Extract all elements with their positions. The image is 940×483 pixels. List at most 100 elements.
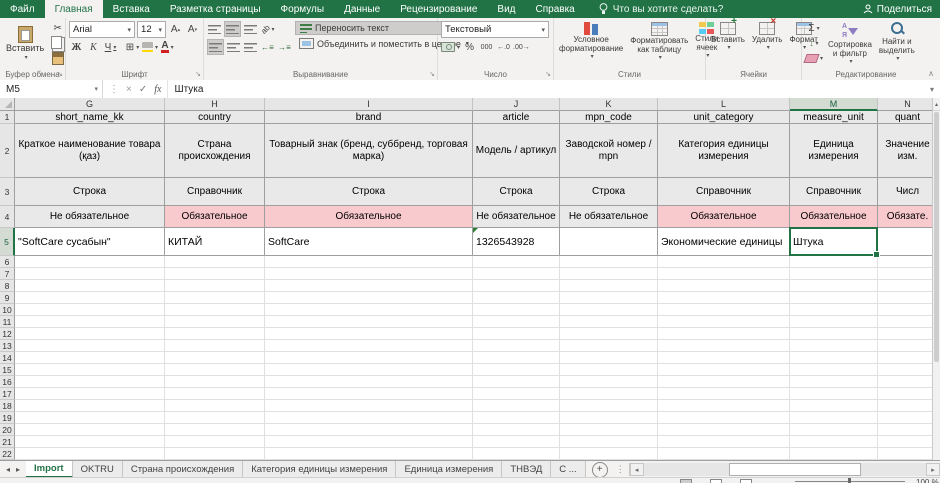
ribbon-tab-2[interactable]: Вставка bbox=[103, 0, 160, 18]
row-header-4[interactable]: 4 bbox=[0, 206, 15, 228]
ribbon-tab-6[interactable]: Рецензирование bbox=[390, 0, 487, 18]
cell-J14[interactable] bbox=[473, 352, 560, 364]
cell-K5[interactable] bbox=[560, 228, 658, 256]
row-header-1[interactable]: 1 bbox=[0, 111, 15, 124]
cell-H5[interactable]: КИТАЙ bbox=[165, 228, 265, 256]
sheet-tab-3[interactable]: Категория единицы измерения bbox=[243, 461, 397, 478]
cell-N21[interactable] bbox=[878, 436, 938, 448]
cell-N1[interactable]: quant bbox=[878, 111, 938, 124]
cell-I2[interactable]: Товарный знак (бренд, суббренд, торговая… bbox=[265, 124, 473, 178]
row-header-22[interactable]: 22 bbox=[0, 448, 15, 460]
cell-J13[interactable] bbox=[473, 340, 560, 352]
cell-H17[interactable] bbox=[165, 388, 265, 400]
cell-M3[interactable]: Справочник bbox=[790, 178, 878, 206]
row-header-6[interactable]: 6 bbox=[0, 256, 15, 268]
find-select-button[interactable]: Найти и выделить bbox=[877, 21, 917, 68]
cell-I13[interactable] bbox=[265, 340, 473, 352]
cell-M19[interactable] bbox=[790, 412, 878, 424]
sheet-nav-right-button[interactable]: ▸ bbox=[16, 465, 20, 474]
ribbon-tab-0[interactable]: Файл bbox=[0, 0, 45, 18]
tell-me-box[interactable]: Что вы хотите сделать? bbox=[599, 0, 723, 18]
align-right-button[interactable] bbox=[243, 40, 258, 54]
cell-N10[interactable] bbox=[878, 304, 938, 316]
cell-G1[interactable]: short_name_kk bbox=[15, 111, 165, 124]
cell-K20[interactable] bbox=[560, 424, 658, 436]
cell-H14[interactable] bbox=[165, 352, 265, 364]
font-name-combo[interactable]: Arial bbox=[69, 21, 136, 38]
cell-L9[interactable] bbox=[658, 292, 790, 304]
cell-M20[interactable] bbox=[790, 424, 878, 436]
cell-K21[interactable] bbox=[560, 436, 658, 448]
cell-N20[interactable] bbox=[878, 424, 938, 436]
cell-H22[interactable] bbox=[165, 448, 265, 460]
accounting-format-button[interactable] bbox=[441, 40, 460, 54]
borders-button[interactable]: ⊞ bbox=[125, 40, 140, 54]
cell-J20[interactable] bbox=[473, 424, 560, 436]
cell-K9[interactable] bbox=[560, 292, 658, 304]
cell-M5[interactable]: Штука bbox=[790, 228, 878, 256]
cell-N12[interactable] bbox=[878, 328, 938, 340]
cell-K2[interactable]: Заводской номер / mpn bbox=[560, 124, 658, 178]
cell-L18[interactable] bbox=[658, 400, 790, 412]
fill-button[interactable]: ↓ bbox=[805, 36, 823, 50]
cell-H18[interactable] bbox=[165, 400, 265, 412]
format-painter-button[interactable] bbox=[50, 51, 65, 65]
sheet-tab-2[interactable]: Страна происхождения bbox=[122, 461, 244, 478]
cell-H1[interactable]: country bbox=[165, 111, 265, 124]
cell-I7[interactable] bbox=[265, 268, 473, 280]
cell-J4[interactable]: Не обязательное bbox=[473, 206, 560, 228]
cell-N15[interactable] bbox=[878, 364, 938, 376]
cell-M8[interactable] bbox=[790, 280, 878, 292]
column-header-K[interactable]: K bbox=[560, 98, 658, 111]
cell-K1[interactable]: mpn_code bbox=[560, 111, 658, 124]
cell-G11[interactable] bbox=[15, 316, 165, 328]
align-top-button[interactable] bbox=[207, 22, 222, 36]
cell-I17[interactable] bbox=[265, 388, 473, 400]
cell-H7[interactable] bbox=[165, 268, 265, 280]
cell-H16[interactable] bbox=[165, 376, 265, 388]
cell-I4[interactable]: Обязательное bbox=[265, 206, 473, 228]
increase-decimal-button[interactable]: ←.0 bbox=[496, 40, 511, 54]
hscroll-thumb[interactable] bbox=[728, 463, 862, 476]
font-dialog-launcher[interactable]: ↘ bbox=[195, 71, 201, 79]
cell-L12[interactable] bbox=[658, 328, 790, 340]
cell-G15[interactable] bbox=[15, 364, 165, 376]
cell-L20[interactable] bbox=[658, 424, 790, 436]
enter-button[interactable]: ✓ bbox=[139, 84, 147, 95]
cancel-button[interactable]: × bbox=[126, 84, 132, 95]
cell-N8[interactable] bbox=[878, 280, 938, 292]
sheet-tab-4[interactable]: Единица измерения bbox=[396, 461, 503, 478]
cell-L4[interactable]: Обязательное bbox=[658, 206, 790, 228]
cell-I9[interactable] bbox=[265, 292, 473, 304]
clipboard-dialog-launcher[interactable]: ↘ bbox=[57, 71, 63, 79]
cell-J19[interactable] bbox=[473, 412, 560, 424]
cut-button[interactable]: ✂ bbox=[50, 21, 65, 35]
row-header-19[interactable]: 19 bbox=[0, 412, 15, 424]
normal-view-button[interactable] bbox=[680, 479, 692, 483]
cell-N18[interactable] bbox=[878, 400, 938, 412]
cell-I16[interactable] bbox=[265, 376, 473, 388]
cell-G2[interactable]: Краткое наименование товара (қаз) bbox=[15, 124, 165, 178]
cell-G6[interactable] bbox=[15, 256, 165, 268]
sheet-tab-0[interactable]: Import bbox=[26, 461, 73, 478]
select-all-corner[interactable] bbox=[0, 98, 15, 111]
cell-G19[interactable] bbox=[15, 412, 165, 424]
increase-font-button[interactable]: А bbox=[168, 23, 183, 37]
cell-L2[interactable]: Категория единицы измерения bbox=[658, 124, 790, 178]
vscroll-up-arrow[interactable]: ▴ bbox=[933, 98, 940, 111]
cell-G3[interactable]: Строка bbox=[15, 178, 165, 206]
cell-M10[interactable] bbox=[790, 304, 878, 316]
row-header-2[interactable]: 2 bbox=[0, 124, 15, 178]
cell-J18[interactable] bbox=[473, 400, 560, 412]
cell-M16[interactable] bbox=[790, 376, 878, 388]
row-header-14[interactable]: 14 bbox=[0, 352, 15, 364]
cell-K7[interactable] bbox=[560, 268, 658, 280]
row-header-21[interactable]: 21 bbox=[0, 436, 15, 448]
thousands-button[interactable]: 000 bbox=[479, 40, 494, 54]
page-break-view-button[interactable] bbox=[740, 479, 752, 483]
cell-M12[interactable] bbox=[790, 328, 878, 340]
cell-M14[interactable] bbox=[790, 352, 878, 364]
cell-J11[interactable] bbox=[473, 316, 560, 328]
row-header-20[interactable]: 20 bbox=[0, 424, 15, 436]
row-header-3[interactable]: 3 bbox=[0, 178, 15, 206]
